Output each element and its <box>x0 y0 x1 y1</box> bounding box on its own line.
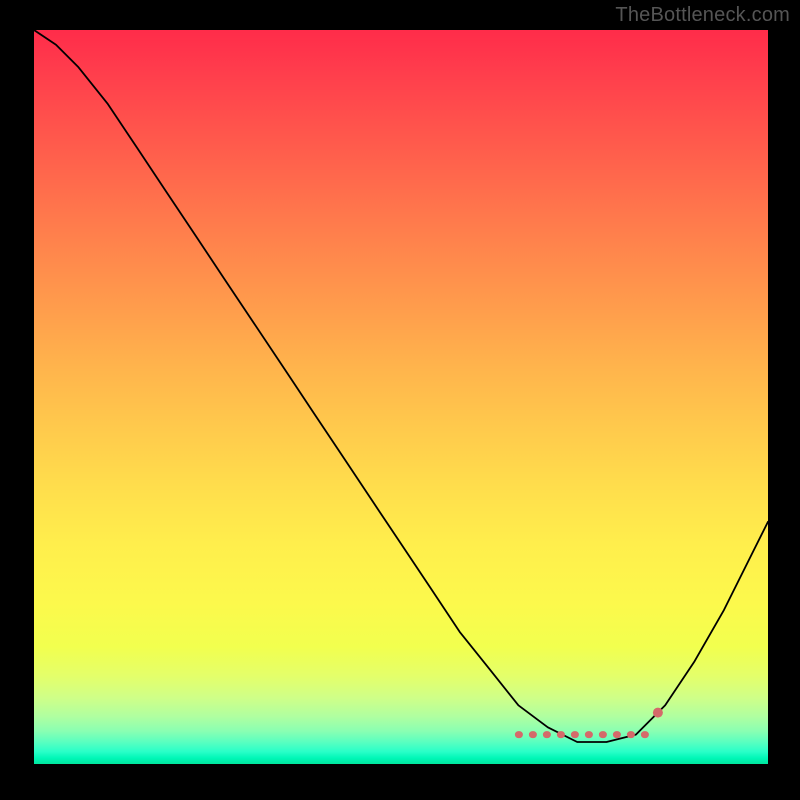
watermark-text: TheBottleneck.com <box>615 4 790 27</box>
bottleneck-curve-line <box>34 30 768 742</box>
curve-svg <box>34 30 768 764</box>
valley-end-dot <box>653 708 663 718</box>
plot-area <box>34 30 768 764</box>
